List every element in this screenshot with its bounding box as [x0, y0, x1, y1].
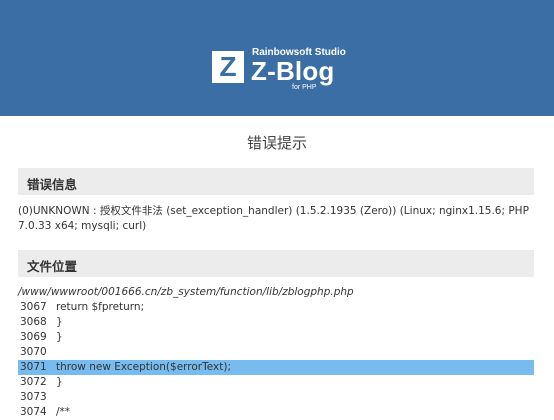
file-location-heading: 文件位置 [27, 259, 78, 274]
line-code: return $fpreturn; [56, 301, 145, 313]
code-line: 3068 } [18, 315, 534, 330]
code-line: 3067 return $fpreturn; [18, 300, 534, 315]
line-code: /** [56, 406, 71, 418]
line-number: 3070 [20, 346, 47, 358]
line-number: 3068 [20, 316, 47, 328]
line-code: } [56, 316, 63, 328]
zblog-logo: Z Rainbowsoft Studio Z-Blog for PHP [212, 47, 362, 93]
line-number: 3072 [20, 376, 47, 388]
code-line: 3074 /** [18, 405, 534, 420]
line-number: 3071 [20, 361, 47, 373]
line-code: } [56, 331, 63, 343]
header-banner: Z Rainbowsoft Studio Z-Blog for PHP [0, 0, 554, 116]
line-number: 3074 [20, 406, 47, 418]
highlighted-code-line: 3071 throw new Exception($errorText); [18, 360, 534, 375]
code-line: 3072 } [18, 375, 534, 390]
line-number: 3067 [20, 301, 47, 313]
logo-z-mark: Z [212, 51, 244, 83]
error-info-section-header: 错误信息 [18, 168, 534, 195]
file-path: /www/wwwroot/001666.cn/zb_system/functio… [18, 286, 354, 298]
error-info-heading: 错误信息 [27, 177, 78, 192]
page-title: 错误提示 [246, 134, 307, 152]
line-code: throw new Exception($errorText); [56, 361, 231, 373]
code-listing: 3067 return $fpreturn; 3068 } 3069 } 307… [18, 300, 534, 420]
line-code: } [56, 376, 63, 388]
logo-subtitle: for PHP [292, 84, 317, 91]
line-number: 3073 [20, 391, 47, 403]
file-location-section-header: 文件位置 [18, 250, 534, 277]
error-message: (0)UNKNOWN : 授权文件非法 (set_exception_handl… [18, 205, 529, 232]
logo-product-name: Z-Blog [251, 56, 335, 86]
code-line: 3073 [18, 390, 534, 405]
code-line: 3070 [18, 345, 534, 360]
line-number: 3069 [20, 331, 47, 343]
code-line: 3069 } [18, 330, 534, 345]
